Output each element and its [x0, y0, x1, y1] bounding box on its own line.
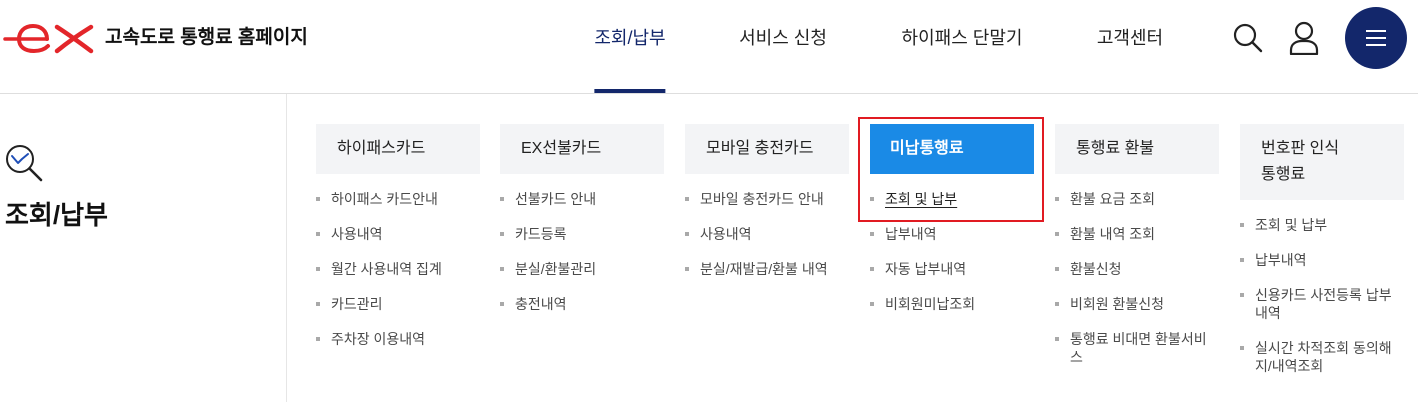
- nav-hipass-terminal[interactable]: 하이패스 단말기: [902, 0, 1023, 93]
- menu-column-mobile-charge-card: 모바일 충전카드 모바일 충전카드 안내 사용내역 분실/재발급/환불 내역: [685, 124, 849, 295]
- nav-customer-center[interactable]: 고객센터: [1097, 0, 1163, 93]
- submenu-list: 선불카드 안내 카드등록 분실/환불관리 충전내역: [500, 190, 664, 313]
- site-title[interactable]: 고속도로 통행료 홈페이지: [105, 24, 308, 52]
- menu-column-hipass-card: 하이패스카드 하이패스 카드안내 사용내역 월간 사용내역 집계 카드관리 주차…: [316, 124, 480, 365]
- link-mobile-usage-history[interactable]: 사용내역: [685, 225, 849, 243]
- nav-inquiry-payment[interactable]: 조회/납부: [594, 0, 666, 93]
- search-icon[interactable]: [1232, 22, 1264, 54]
- menu-column-toll-refund: 통행료 환불 환불 요금 조회 환불 내역 조회 환불신청 비회원 환불신청 통…: [1055, 124, 1219, 383]
- link-contactless-refund-service[interactable]: 통행료 비대면 환불서비스: [1055, 330, 1219, 366]
- link-plate-inquiry-payment[interactable]: 조회 및 납부: [1240, 216, 1404, 234]
- link-hipass-card-guide[interactable]: 하이패스 카드안내: [316, 190, 480, 208]
- link-refund-amount-inquiry[interactable]: 환불 요금 조회: [1055, 190, 1219, 208]
- menu-header-plate-recognition-toll[interactable]: 번호판 인식 통행료: [1240, 124, 1404, 200]
- link-card-management[interactable]: 카드관리: [316, 295, 480, 313]
- panel-divider: [286, 94, 287, 402]
- menu-header-hipass-card[interactable]: 하이패스카드: [316, 124, 480, 174]
- menu-column-unpaid-toll: 미납통행료 조회 및 납부 납부내역 자동 납부내역 비회원미납조회: [870, 124, 1034, 330]
- submenu-list: 하이패스 카드안내 사용내역 월간 사용내역 집계 카드관리 주차장 이용내역: [316, 190, 480, 348]
- link-unpaid-payment-history[interactable]: 납부내역: [870, 225, 1034, 243]
- link-plate-payment-history[interactable]: 납부내역: [1240, 251, 1404, 269]
- link-hipass-usage-history[interactable]: 사용내역: [316, 225, 480, 243]
- submenu-list: 조회 및 납부 납부내역 자동 납부내역 비회원미납조회: [870, 190, 1034, 313]
- all-menu-button[interactable]: [1345, 7, 1407, 69]
- link-refund-application[interactable]: 환불신청: [1055, 260, 1219, 278]
- link-parking-usage-history[interactable]: 주차장 이용내역: [316, 330, 480, 348]
- link-credit-card-preregistered-payments[interactable]: 신용카드 사전등록 납부내역: [1240, 286, 1404, 322]
- hamburger-menu-icon[interactable]: [1364, 26, 1388, 50]
- search-check-icon: [6, 145, 43, 182]
- menu-header-toll-refund[interactable]: 통행료 환불: [1055, 124, 1219, 174]
- link-unpaid-inquiry-payment[interactable]: 조회 및 납부: [870, 190, 1034, 208]
- nav-service-application[interactable]: 서비스 신청: [739, 0, 827, 93]
- link-auto-payment-history[interactable]: 자동 납부내역: [870, 260, 1034, 278]
- link-guest-unpaid-inquiry[interactable]: 비회원미납조회: [870, 295, 1034, 313]
- link-monthly-usage-summary[interactable]: 월간 사용내역 집계: [316, 260, 480, 278]
- link-charge-history[interactable]: 충전내역: [500, 295, 664, 313]
- site-header: 고속도로 통행료 홈페이지 조회/납부 서비스 신청 하이패스 단말기 고객센터: [0, 0, 1418, 94]
- submenu-list: 환불 요금 조회 환불 내역 조회 환불신청 비회원 환불신청 통행료 비대면 …: [1055, 190, 1219, 366]
- link-realtime-vehicle-lookup-consent[interactable]: 실시간 차적조회 동의해지/내역조회: [1240, 339, 1404, 375]
- menu-header-ex-prepaid-card[interactable]: EX선불카드: [500, 124, 664, 174]
- link-refund-history-inquiry[interactable]: 환불 내역 조회: [1055, 225, 1219, 243]
- link-guest-refund-application[interactable]: 비회원 환불신청: [1055, 295, 1219, 313]
- menu-column-ex-prepaid-card: EX선불카드 선불카드 안내 카드등록 분실/환불관리 충전내역: [500, 124, 664, 330]
- link-prepaid-card-guide[interactable]: 선불카드 안내: [500, 190, 664, 208]
- menu-column-plate-recognition-toll: 번호판 인식 통행료 조회 및 납부 납부내역 신용카드 사전등록 납부내역 실…: [1240, 124, 1404, 392]
- submenu-list: 조회 및 납부 납부내역 신용카드 사전등록 납부내역 실시간 차적조회 동의해…: [1240, 216, 1404, 375]
- link-mobile-card-guide[interactable]: 모바일 충전카드 안내: [685, 190, 849, 208]
- home-logo-link[interactable]: 고속도로 통행료 홈페이지: [0, 18, 330, 58]
- user-button[interactable]: [1289, 21, 1319, 55]
- link-lost-reissue-refund-history[interactable]: 분실/재발급/환불 내역: [685, 260, 849, 278]
- submenu-list: 모바일 충전카드 안내 사용내역 분실/재발급/환불 내역: [685, 190, 849, 278]
- ex-logo-icon[interactable]: [3, 22, 97, 54]
- menu-header-mobile-charge-card[interactable]: 모바일 충전카드: [685, 124, 849, 174]
- section-title: 조회/납부: [5, 200, 108, 230]
- link-card-registration[interactable]: 카드등록: [500, 225, 664, 243]
- menu-header-unpaid-toll[interactable]: 미납통행료: [870, 124, 1034, 174]
- user-icon[interactable]: [1289, 21, 1319, 55]
- search-button[interactable]: [1232, 22, 1264, 54]
- link-lost-refund-management[interactable]: 분실/환불관리: [500, 260, 664, 278]
